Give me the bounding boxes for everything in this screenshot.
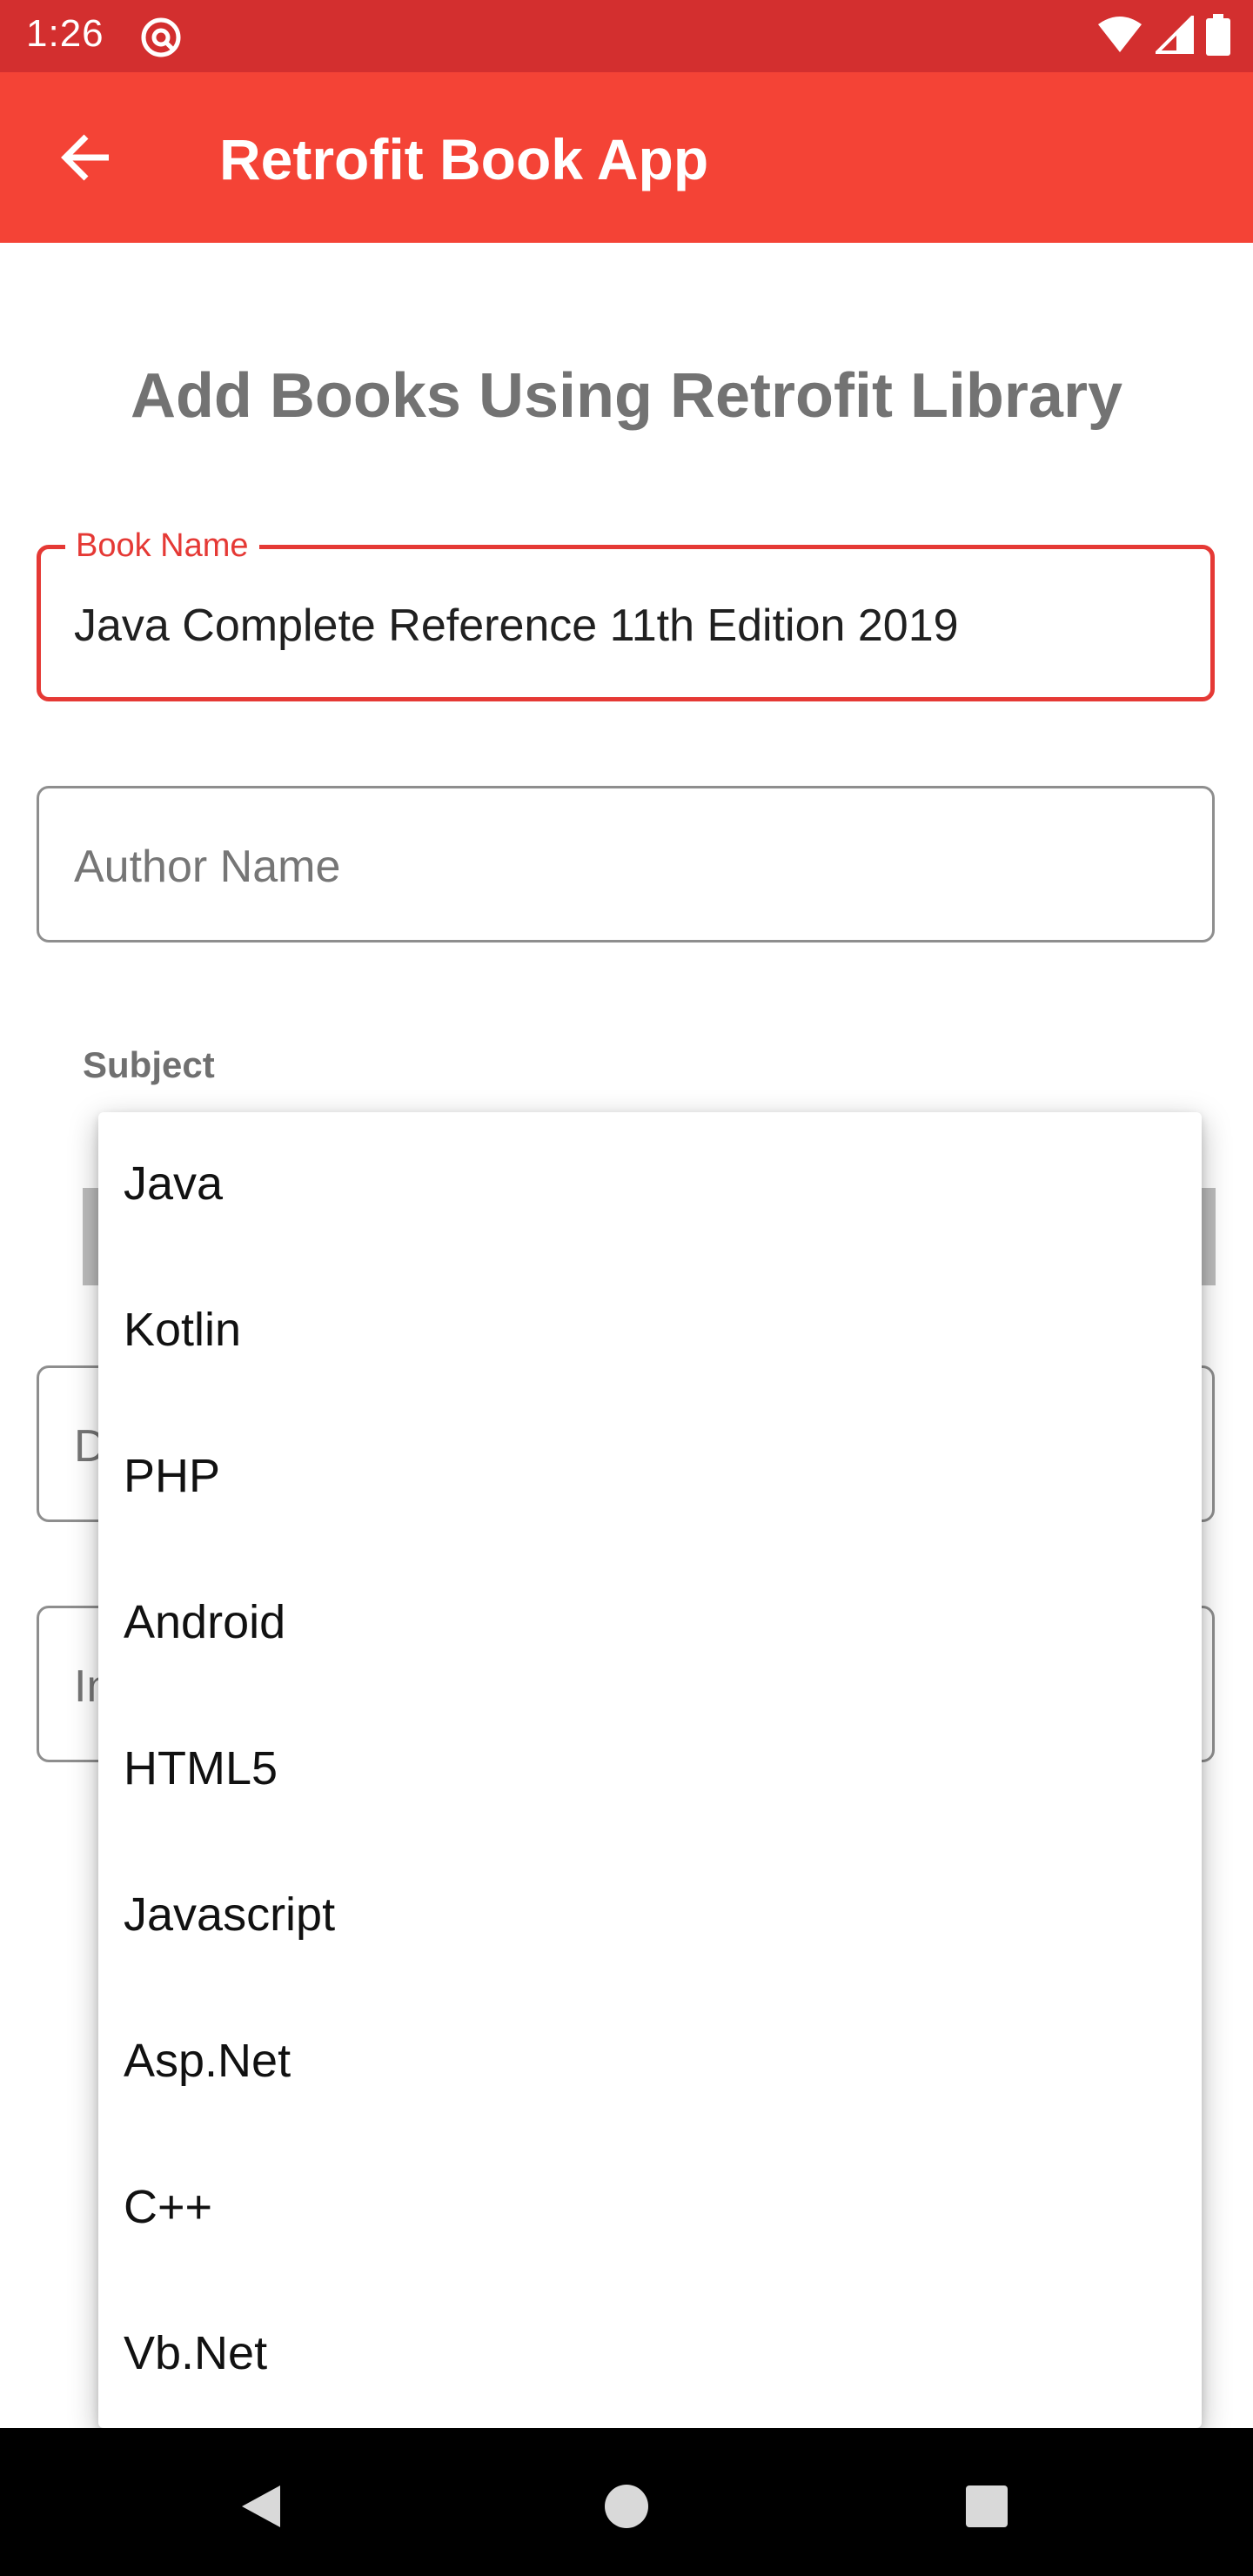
battery-icon xyxy=(1206,13,1230,60)
dropdown-option-cpp[interactable]: C++ xyxy=(98,2136,1202,2282)
arrow-back-icon[interactable] xyxy=(47,123,125,192)
dropdown-option-java[interactable]: Java xyxy=(98,1112,1202,1258)
dropdown-option-aspnet[interactable]: Asp.Net xyxy=(98,1989,1202,2136)
dropdown-option-html5[interactable]: HTML5 xyxy=(98,1697,1202,1843)
author-name-field[interactable]: Author Name xyxy=(37,786,1215,943)
nav-back-icon[interactable] xyxy=(226,2472,296,2541)
navigation-bar xyxy=(0,2428,1253,2576)
book-name-input[interactable]: Java Complete Reference 11th Edition 201… xyxy=(74,598,959,654)
subject-dropdown: Java Kotlin PHP Android HTML5 Javascript… xyxy=(98,1112,1202,2428)
cellular-signal-icon xyxy=(1153,12,1194,58)
dropdown-option-vbnet[interactable]: Vb.Net xyxy=(98,2282,1202,2428)
dropdown-option-android[interactable]: Android xyxy=(98,1551,1202,1697)
app-bar: Retrofit Book App xyxy=(0,72,1253,243)
nav-recents-icon[interactable] xyxy=(952,2472,1022,2541)
dropdown-option-javascript[interactable]: Javascript xyxy=(98,1843,1202,1989)
app-title: Retrofit Book App xyxy=(219,127,709,191)
book-name-label: Book Name xyxy=(65,523,259,568)
book-name-field[interactable]: Book Name Java Complete Reference 11th E… xyxy=(37,523,1215,701)
wifi-icon xyxy=(1096,16,1143,58)
nav-home-icon[interactable] xyxy=(592,2472,661,2541)
status-bar: 1:26 xyxy=(0,0,1253,72)
status-time: 1:26 xyxy=(26,12,104,55)
page-heading: Add Books Using Retrofit Library xyxy=(130,361,1123,431)
dropdown-option-kotlin[interactable]: Kotlin xyxy=(98,1258,1202,1405)
dropdown-option-php[interactable]: PHP xyxy=(98,1405,1202,1551)
status-icons xyxy=(1096,12,1230,60)
subject-label: Subject xyxy=(83,1044,215,1085)
author-name-placeholder: Author Name xyxy=(74,842,341,892)
at-sign-notification-icon xyxy=(139,16,183,59)
